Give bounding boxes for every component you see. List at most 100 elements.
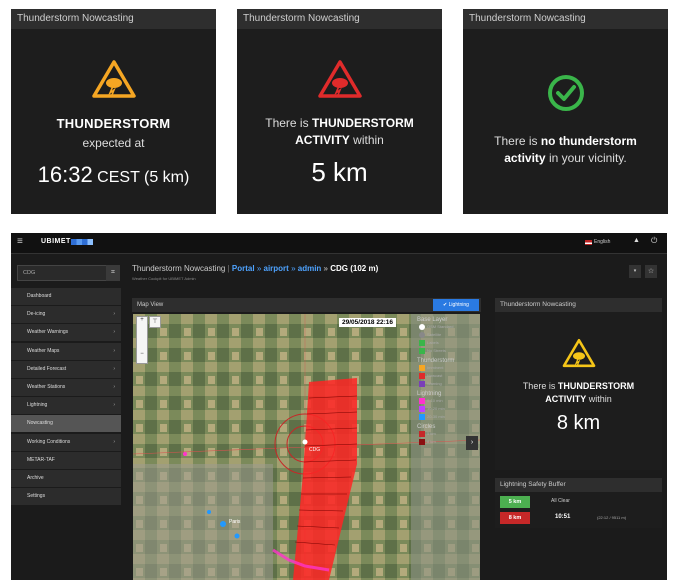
card-headline: THUNDERSTORM (56, 116, 171, 131)
legend-item: 0-10 min (417, 397, 463, 405)
page-subtitle: Weather Cockpit for UBIMET Admin (132, 276, 196, 281)
card-header: Thunderstorm Nowcasting (11, 9, 216, 29)
breadcrumb-admin[interactable]: admin (298, 264, 322, 273)
card-prefix: There is (494, 134, 538, 148)
buffer-time: 10:51 (555, 514, 571, 520)
card-suffix: in your vicinity. (548, 151, 627, 165)
legend-item: 10-20 min (417, 405, 463, 413)
buffer-row: 5 km All Clear (499, 495, 658, 509)
map-panel: Map View ✔ Lightning + − ⊤ 29/05/2018 22… (132, 298, 481, 580)
filter-icon[interactable]: ⊤ (149, 316, 161, 328)
map-next-button[interactable]: › (466, 436, 478, 450)
flag-icon (585, 240, 592, 245)
legend-item[interactable]: Labels (417, 339, 463, 347)
legend-item: 20-30 min (417, 413, 463, 421)
red-warning-icon (317, 60, 362, 98)
app-window: ≡ UBIMET English ▲ ⏻ CDG ⌗ Thunderstorm … (11, 233, 667, 580)
sidebar-item-working-conditions[interactable]: Working Conditions › (11, 433, 121, 451)
sidebar-item-weather-maps[interactable]: Weather Maps › (11, 342, 121, 360)
brand-logo: UBIMET (41, 238, 71, 245)
card-subline: expected at (82, 136, 145, 150)
nowcast-bold2: ACTIVITY (545, 394, 587, 404)
nowcast-suffix: within (588, 394, 612, 404)
dropdown-button[interactable]: ▾ (629, 265, 641, 278)
nowcast-panel: Thunderstorm Nowcasting There is THUNDER… (495, 298, 662, 528)
buffer-table: 5 km All Clear 8 km 10:51 (22:12 / 9511 … (495, 492, 662, 528)
buffer-row: 8 km 10:51 (22:12 / 9511 m) (499, 511, 658, 525)
breadcrumb-station: CDG (102 m) (330, 264, 379, 273)
buffer-badge-green: 5 km (500, 496, 530, 508)
buffer-detail: (22:12 / 9511 m) (597, 515, 627, 520)
legend-item: 5 km (417, 430, 463, 438)
top-navbar: ≡ UBIMET English ▲ ⏻ (11, 233, 667, 254)
map-place-paris: Paris (229, 519, 241, 525)
nowcast-distance: 8 km (556, 412, 601, 434)
zoom-out-button[interactable]: − (137, 351, 147, 357)
nowcast-card-activity: Thunderstorm Nowcasting There is THUNDER… (237, 9, 442, 214)
sidebar-item-nowcasting[interactable]: Nowcasting (11, 415, 121, 433)
breadcrumb-airport[interactable]: airport (264, 264, 289, 273)
buffer-status: All Clear (551, 498, 570, 504)
chevron-right-icon: › (113, 347, 115, 354)
sidebar-item-settings[interactable]: Settings (11, 488, 121, 506)
map-zoom-controls[interactable]: + − (136, 316, 148, 364)
sidebar: Dashboard De-icing › Weather Warnings › We… (11, 288, 121, 580)
card-header: Thunderstorm Nowcasting (237, 9, 442, 29)
sidebar-item-metar-taf[interactable]: METAR-TAF (11, 451, 121, 469)
page-title: Thunderstorm Nowcasting | Portal » airpo… (132, 264, 379, 273)
legend-item[interactable]: Satellite (417, 331, 463, 339)
user-icon[interactable]: ▲ (633, 237, 640, 244)
map-header: Map View ✔ Lightning (132, 298, 481, 312)
nowcast-card-clear: Thunderstorm Nowcasting There is no thun… (463, 9, 668, 214)
language-select[interactable]: English (594, 239, 610, 245)
legend-item[interactable]: No Streets (417, 347, 463, 355)
legend-item: 8 km (417, 438, 463, 446)
search-input[interactable]: CDG (17, 265, 107, 281)
map-legend: Base Layer OSM Standard Satellite Labels… (417, 317, 463, 446)
sidebar-item-archive[interactable]: Archive (11, 469, 121, 487)
sidebar-item-detailed-forecast[interactable]: Detailed Forecast › (11, 360, 121, 378)
card-bold1: no thunderstorm (540, 134, 637, 148)
brand-logo-blocks (71, 239, 93, 245)
nowcast-bold1: THUNDERSTORM (557, 381, 635, 391)
legend-item: Nowcast (417, 372, 463, 380)
card-bold2: ACTIVITY (295, 133, 350, 147)
buffer-badge-red: 8 km (500, 512, 530, 524)
chevron-right-icon: › (113, 438, 115, 445)
menu-icon[interactable]: ≡ (17, 236, 23, 247)
card-time-suffix: CEST (5 km) (97, 169, 190, 186)
card-prefix: There is (265, 116, 309, 130)
card-header: Thunderstorm Nowcasting (463, 9, 668, 29)
sidebar-item-de-icing[interactable]: De-icing › (11, 306, 121, 324)
card-bold2: activity (504, 151, 546, 165)
card-suffix: within (353, 133, 384, 147)
green-check-icon (547, 75, 584, 111)
buffer-header: Lightning Safety Buffer (495, 478, 662, 492)
weather-map[interactable]: + − ⊤ 29/05/2018 22:16 CDG Paris › Base … (133, 314, 480, 580)
sidebar-item-lightning[interactable]: Lightning › (11, 397, 121, 415)
yellow-warning-icon (562, 338, 595, 368)
power-icon[interactable]: ⏻ (651, 236, 657, 246)
chevron-right-icon: › (113, 329, 115, 336)
map-timestamp: 29/05/2018 22:16 (339, 318, 396, 327)
map-place-cdg: CDG (309, 447, 321, 453)
legend-item[interactable]: OSM Standard (417, 323, 463, 331)
chevron-right-icon: › (113, 402, 115, 409)
chevron-right-icon: › (113, 383, 115, 390)
chevron-right-icon: › (113, 365, 115, 372)
sidebar-item-dashboard[interactable]: Dashboard (11, 288, 121, 305)
sidebar-item-weather-stations[interactable]: Weather Stations › (11, 378, 121, 396)
breadcrumb-portal[interactable]: Portal (232, 264, 255, 273)
zoom-in-button[interactable]: + (137, 317, 147, 323)
legend-item: Warning (417, 380, 463, 388)
star-icon[interactable]: ☆ (645, 265, 657, 278)
nowcast-header: Thunderstorm Nowcasting (495, 298, 662, 312)
chevron-right-icon: › (113, 311, 115, 318)
card-bold1: THUNDERSTORM (311, 116, 414, 130)
lightning-toggle-button[interactable]: ✔ Lightning (433, 299, 479, 311)
legend-item: Imminent (417, 364, 463, 372)
nowcast-card-expected: Thunderstorm Nowcasting THUNDERSTORM exp… (11, 9, 216, 214)
nowcast-prefix: There is (522, 381, 556, 391)
search-button[interactable]: ⌗ (106, 265, 120, 281)
sidebar-item-weather-warnings[interactable]: Weather Warnings › (11, 324, 121, 342)
